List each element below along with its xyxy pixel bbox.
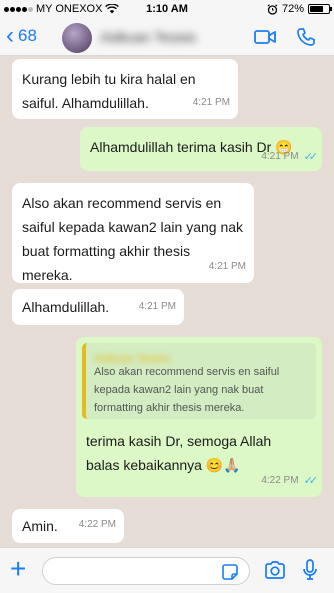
chat-area[interactable]: Kurang lebih tu kira halal en saiful. Al… <box>0 57 334 547</box>
phone-icon[interactable] <box>296 27 316 47</box>
message-meta: 4:21 PM ✓✓ <box>261 145 319 169</box>
status-right: 72% <box>267 3 332 15</box>
sticker-icon[interactable] <box>222 564 238 580</box>
message-bubble-incoming[interactable]: Amin. 4:22 PM <box>12 509 124 543</box>
message-text: terima kasih Dr, semoga Allah balas keba… <box>86 433 272 473</box>
message-bubble-incoming[interactable]: Kurang lebih tu kira halal en saiful. Al… <box>12 59 238 119</box>
message-time: 4:21 PM <box>192 97 230 108</box>
quoted-message[interactable]: Aidkuan Teswis Also akan recommend servi… <box>82 343 316 419</box>
message-bubble-outgoing[interactable]: Alhamdulillah terima kasih Dr 😁 4:21 PM … <box>80 127 322 171</box>
message-bubble-incoming[interactable]: Also akan recommend servis en saiful kep… <box>12 183 254 283</box>
message-input[interactable] <box>42 557 250 585</box>
microphone-icon[interactable] <box>302 559 318 581</box>
message-time: 4:21 PM <box>138 301 176 312</box>
message-time: 4:21 PM <box>261 151 299 162</box>
message-time: 4:22 PM <box>78 519 116 530</box>
message-composer: + <box>0 547 334 593</box>
read-receipt-icon: ✓✓ <box>303 151 319 163</box>
camera-icon[interactable] <box>264 561 286 579</box>
chevron-left-icon: ‹ <box>6 22 14 49</box>
video-camera-icon[interactable] <box>254 27 276 47</box>
quoted-sender-name: Aidkuan Teswis <box>94 353 170 365</box>
read-receipt-icon: ✓✓ <box>303 475 319 487</box>
unread-count: 68 <box>18 26 37 45</box>
battery-icon <box>308 4 332 14</box>
avatar[interactable] <box>62 23 92 53</box>
message-text: Kurang lebih tu kira halal en saiful. Al… <box>22 71 196 111</box>
chat-header: ‹ 68 Aidkuan Teswis <box>0 20 334 56</box>
message-meta: 4:22 PM <box>79 513 116 537</box>
back-button[interactable]: ‹ 68 <box>6 22 37 49</box>
message-meta: 4:21 PM <box>209 255 246 279</box>
quoted-text: Also akan recommend servis en saiful kep… <box>94 366 280 414</box>
message-bubble-incoming[interactable]: Alhamdulillah. 4:21 PM <box>12 289 184 325</box>
message-meta: 4:21 PM <box>139 295 176 319</box>
battery-fill <box>310 6 323 12</box>
battery-percent: 72% <box>281 3 304 15</box>
plus-icon[interactable]: + <box>10 555 26 583</box>
message-meta: 4:22 PM ✓✓ <box>261 469 319 493</box>
status-bar: MY ONEXOX 1:10 AM 72% <box>0 0 334 20</box>
message-time: 4:21 PM <box>208 261 246 272</box>
message-time: 4:22 PM <box>261 475 299 486</box>
alarm-icon <box>267 3 278 15</box>
message-meta: 4:21 PM <box>193 91 230 115</box>
contact-name[interactable]: Aidkuan Teswis <box>100 29 210 45</box>
message-bubble-outgoing[interactable]: Aidkuan Teswis Also akan recommend servi… <box>76 337 322 497</box>
